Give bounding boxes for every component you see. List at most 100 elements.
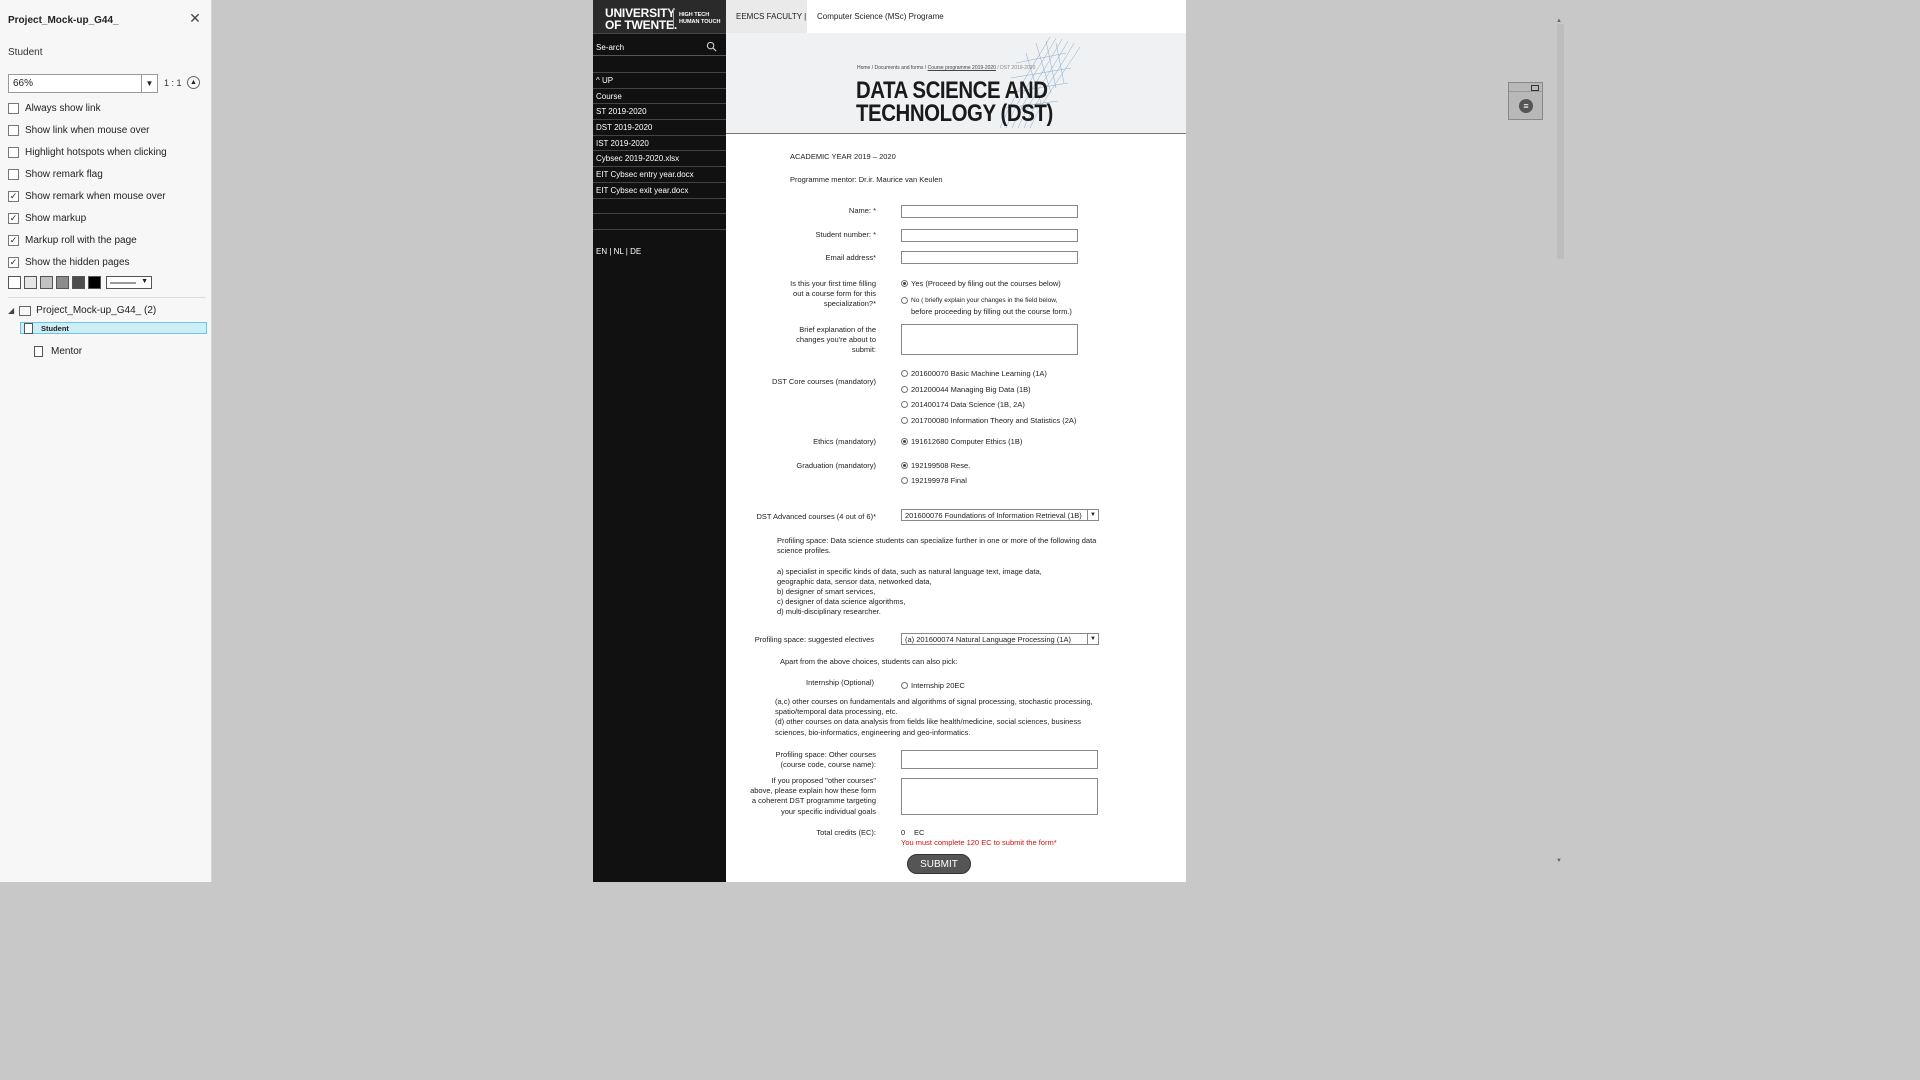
option-show-markup[interactable]: ✓ Show markup (8, 211, 86, 225)
name-label: Name: * (848, 206, 876, 215)
core-course-radio[interactable]: 201200044 Managing Big Data (1B) (901, 385, 1031, 394)
nav-item-course[interactable]: Course (593, 87, 726, 104)
checkbox[interactable] (8, 146, 19, 158)
option-markup-roll[interactable]: ✓ Markup roll with the page (8, 233, 137, 247)
internship-radio[interactable]: Internship 20EC (901, 681, 965, 690)
collapse-up-icon[interactable]: ▲ (187, 76, 200, 89)
email-label: Email address* (825, 253, 876, 262)
core-course-radio[interactable]: 201600070 Basic Machine Learning (1A) (901, 369, 1047, 378)
chevron-down-icon: ▼ (1087, 510, 1098, 520)
checkbox[interactable] (8, 102, 19, 114)
first-time-yes-radio[interactable]: Yes (Proceed by filing out the courses b… (901, 279, 1061, 288)
total-credits-unit: EC (914, 828, 925, 837)
other-courses-label: Profiling space: Other courses (course co… (775, 750, 876, 770)
programme-tab[interactable]: Computer Science (MSc) Programe (817, 12, 944, 21)
tree-item-mentor[interactable]: Mentor (20, 342, 207, 360)
checkbox[interactable] (8, 168, 19, 180)
swatch-dark-gray[interactable] (72, 276, 85, 289)
scroll-down-arrow-icon[interactable]: ▼ (1556, 858, 1562, 864)
sitemap-panel: Project_Mock-up_G44_ ✕ Student 66% ▼ 1 :… (0, 0, 212, 882)
project-title: Project_Mock-up_G44_ (8, 15, 119, 26)
search-icon[interactable] (706, 41, 717, 52)
checkbox-checked[interactable]: ✓ (8, 234, 19, 246)
email-field[interactable] (901, 251, 1078, 264)
vertical-scrollbar[interactable]: ▲ ▼ (1555, 18, 1566, 873)
profiling-text: Profiling space: Data science students c… (777, 536, 1097, 617)
core-course-radio[interactable]: 201400174 Data Science (1B, 2A) (901, 400, 1025, 409)
floating-menu-widget[interactable]: ≡ (1508, 82, 1543, 120)
graduation-course-radio[interactable]: 192199508 Rese. (901, 461, 970, 470)
first-time-no-text: before proceeding by filling out the cou… (911, 307, 1072, 316)
checkbox-checked[interactable]: ✓ (8, 190, 19, 202)
course-form: ACADEMIC YEAR 2019 – 2020 Programme ment… (726, 134, 1186, 882)
student-number-field[interactable] (901, 229, 1078, 242)
total-credits-label: Total credits (EC): (816, 828, 876, 837)
tree-item-student[interactable]: Student (20, 322, 207, 334)
apart-text: Apart from the above choices, students c… (780, 657, 958, 666)
nav-item-eit-exit[interactable]: EIT Cybsec exit year.docx (593, 181, 726, 198)
top-bar: EEMCS FACULTY | Computer Science (MSc) P… (726, 0, 1186, 33)
nav-item-ist[interactable]: IST 2019-2020 (593, 134, 726, 151)
university-logo[interactable]: UNIVERSITY OF TWENTE. HIGH TECH HUMAN TO… (593, 0, 726, 34)
core-courses-label: DST Core courses (mandatory) (771, 377, 876, 386)
other-courses-field[interactable] (901, 750, 1098, 769)
nav-item-up[interactable]: ^ UP (593, 72, 726, 88)
submit-button[interactable]: SUBMIT (907, 854, 971, 874)
electives-select[interactable]: (a) 201600074 Natural Language Processin… (901, 633, 1099, 645)
faculty-tab[interactable]: EEMCS FACULTY | (726, 0, 807, 33)
menu-icon[interactable]: ≡ (1519, 99, 1533, 113)
swatch-light-gray[interactable] (24, 276, 37, 289)
option-show-remark-flag[interactable]: Show remark flag (8, 167, 103, 181)
prototype-page: UNIVERSITY OF TWENTE. HIGH TECH HUMAN TO… (593, 0, 1186, 882)
nav-empty-row (593, 228, 726, 245)
option-show-link-mouse-over[interactable]: Show link when mouse over (8, 123, 150, 137)
chevron-down-icon[interactable]: ▼ (141, 75, 157, 92)
hero-banner: Home / Documents and forms / Course prog… (726, 33, 1186, 133)
close-icon[interactable]: ✕ (188, 11, 202, 25)
maximize-icon[interactable] (1509, 83, 1542, 92)
option-show-hidden-pages[interactable]: ✓ Show the hidden pages (8, 255, 130, 269)
page-title-line2: TECHNOLOGY (DST) (856, 100, 1053, 127)
line-style-select[interactable]: ▼ (106, 276, 152, 289)
other-courses-text: (a,c) other courses on fundamentals and … (775, 697, 1093, 737)
name-field[interactable] (901, 205, 1078, 218)
language-switcher[interactable]: EN | NL | DE (596, 247, 641, 256)
site-sidebar: UNIVERSITY OF TWENTE. HIGH TECH HUMAN TO… (593, 0, 726, 882)
zoom-select[interactable]: 66% ▼ (8, 74, 158, 93)
nav-item-cybsec-xlsx[interactable]: Cybsec 2019-2020.xlsx (593, 150, 726, 166)
option-highlight-hotspots[interactable]: Highlight hotspots when clicking (8, 145, 167, 159)
proposal-label: If you proposed "other courses" above, pl… (750, 776, 876, 816)
swatch-mid-gray[interactable] (56, 276, 69, 289)
scrollbar-thumb[interactable] (1557, 24, 1564, 259)
proposal-field[interactable] (901, 778, 1098, 815)
explanation-field[interactable] (901, 324, 1078, 355)
checkbox-checked[interactable]: ✓ (8, 212, 19, 224)
first-time-no-radio[interactable]: No ( briefly explain your changes in the… (901, 297, 1057, 304)
expand-triangle-icon[interactable]: ◢ (8, 306, 14, 315)
tree-root-project[interactable]: ◢ Project_Mock-up_G44_ (2) (8, 305, 156, 316)
ethics-course-radio[interactable]: 191612680 Computer Ethics (1B) (901, 437, 1022, 446)
option-always-show-link[interactable]: Always show link (8, 101, 101, 115)
project-folder-icon (19, 305, 32, 316)
nav-item-dst[interactable]: DST 2019-2020 (593, 119, 726, 135)
nav-item-eit-entry[interactable]: EIT Cybsec entry year.docx (593, 166, 726, 182)
site-search-input[interactable]: Se-arch (593, 39, 726, 56)
electives-label: Profiling space: suggested electives (754, 635, 874, 644)
site-nav: ^ UP Course ST 2019-2020 DST 2019-2020 I… (593, 72, 726, 245)
checkbox[interactable] (8, 124, 19, 136)
advanced-courses-select[interactable]: 201600076 Foundations of Information Ret… (901, 509, 1099, 521)
checkbox-checked[interactable]: ✓ (8, 256, 19, 268)
page-icon (34, 345, 43, 357)
swatch-black[interactable] (88, 276, 101, 289)
divider (8, 297, 206, 298)
core-course-radio[interactable]: 201700080 Information Theory and Statist… (901, 416, 1076, 425)
ratio-button[interactable]: 1 : 1 (164, 78, 182, 88)
graduation-course-radio[interactable]: 192199978 Final (901, 476, 967, 485)
page-icon (24, 322, 33, 334)
swatch-gray[interactable] (40, 276, 53, 289)
option-show-remark-mouse-over[interactable]: ✓ Show remark when mouse over (8, 189, 166, 203)
nav-item-st[interactable]: ST 2019-2020 (593, 103, 726, 119)
markup-color-swatches: ▼ (8, 276, 152, 289)
chevron-down-icon: ▼ (1087, 634, 1098, 644)
swatch-white[interactable] (8, 276, 21, 289)
